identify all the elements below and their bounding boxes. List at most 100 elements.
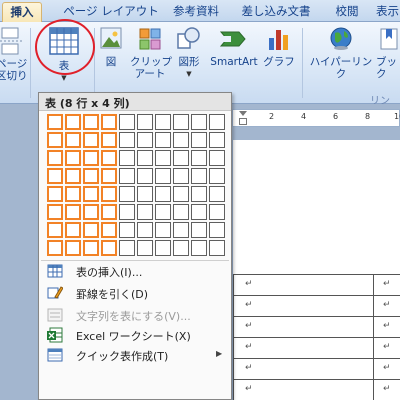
table-grid-cell[interactable] [209,168,225,184]
table-grid-cell[interactable] [209,150,225,166]
table-grid-cell[interactable] [155,150,171,166]
table-grid-cell-selected[interactable] [65,150,81,166]
table-grid-cell[interactable] [155,222,171,238]
table-grid-cell-selected[interactable] [101,114,117,130]
table-grid-cell[interactable] [155,204,171,220]
table-grid-cell[interactable] [155,114,171,130]
table-grid-cell[interactable] [119,150,135,166]
excel-worksheet-menu-item[interactable]: Excel ワークシート(X) [39,325,231,345]
table-grid-cell[interactable] [209,240,225,256]
table-grid-cell-selected[interactable] [101,240,117,256]
table-grid-cell[interactable] [119,132,135,148]
smartart-button[interactable]: SmartArt [208,26,260,68]
tab-insert[interactable]: 挿入 [2,2,42,22]
table-grid-cell[interactable] [137,114,153,130]
table-grid-cell[interactable] [155,240,171,256]
table-grid-cell-selected[interactable] [65,204,81,220]
table-grid-cell[interactable] [173,186,189,202]
table-grid-cell[interactable] [191,150,207,166]
bookmark-button[interactable]: ブック [376,26,400,80]
table-grid-cell-selected[interactable] [65,240,81,256]
table-grid-cell-selected[interactable] [83,204,99,220]
table-grid-cell-selected[interactable] [83,150,99,166]
tab-references[interactable]: 参考資料 [168,2,224,22]
table-grid-cell[interactable] [119,240,135,256]
table-grid-cell[interactable] [119,204,135,220]
table-grid-cell[interactable] [209,132,225,148]
table-grid-cell-selected[interactable] [47,150,63,166]
table-grid-cell-selected[interactable] [65,114,81,130]
document-page[interactable]: ↵ ↵ ↵ ↵ ↵ ↵ ↵ ↵ ↵ ↵ ↵ ↵ [232,140,400,400]
table-grid-cell[interactable] [173,114,189,130]
table-grid-cell-selected[interactable] [65,168,81,184]
table-grid-cell-selected[interactable] [47,168,63,184]
table-grid-cell[interactable] [209,114,225,130]
quick-table-menu-item[interactable]: クイック表作成(T) ▶ [39,345,231,365]
table-grid-cell[interactable] [155,132,171,148]
table-grid-cell[interactable] [173,168,189,184]
table-grid-cell-selected[interactable] [65,132,81,148]
table-grid-cell-selected[interactable] [47,132,63,148]
table-grid-cell[interactable] [173,204,189,220]
table-grid-cell[interactable] [209,186,225,202]
table-grid-cell-selected[interactable] [83,240,99,256]
ruler-indent-marker[interactable] [239,118,247,125]
table-grid-cell-selected[interactable] [65,186,81,202]
table-grid-cell[interactable] [137,150,153,166]
table-grid-cell-selected[interactable] [65,222,81,238]
table-grid-cell-selected[interactable] [101,204,117,220]
table-grid-cell-selected[interactable] [83,168,99,184]
table-grid-cell-selected[interactable] [101,186,117,202]
table-grid-cell[interactable] [119,186,135,202]
table-grid-cell[interactable] [119,222,135,238]
table-grid-cell-selected[interactable] [47,186,63,202]
table-grid-cell[interactable] [137,168,153,184]
table-grid-cell[interactable] [137,222,153,238]
table-grid-cell-selected[interactable] [83,132,99,148]
table-grid-cell[interactable] [173,132,189,148]
horizontal-ruler[interactable]: 2 4 6 8 10 [232,109,400,127]
table-grid-cell-selected[interactable] [47,240,63,256]
table-grid-cell[interactable] [173,150,189,166]
table-grid-cell-selected[interactable] [101,150,117,166]
tab-review[interactable]: 校閲 [330,2,364,22]
table-grid-cell[interactable] [191,168,207,184]
table-grid-cell[interactable] [137,132,153,148]
table-grid-cell-selected[interactable] [47,204,63,220]
table-grid-cell[interactable] [119,168,135,184]
table-grid-cell[interactable] [191,132,207,148]
table-grid-cell[interactable] [137,240,153,256]
insert-table-menu-item[interactable]: 表の挿入(I)... [39,261,231,281]
table-grid-cell[interactable] [173,240,189,256]
table-grid-cell-selected[interactable] [47,222,63,238]
page-break-button[interactable]: ページ 区切り [0,26,28,82]
shapes-button[interactable]: 図形 ▼ [172,26,206,80]
table-grid-cell[interactable] [191,222,207,238]
table-grid-cell[interactable] [209,222,225,238]
hyperlink-button[interactable]: ハイパーリンク [306,26,376,80]
table-grid-cell[interactable] [119,114,135,130]
graph-button[interactable]: グラフ [262,26,296,68]
table-grid-cell[interactable] [173,222,189,238]
tab-mailings[interactable]: 差し込み文書 [236,2,316,22]
table-grid-cell[interactable] [137,186,153,202]
table-grid-cell-selected[interactable] [101,168,117,184]
table-grid-cell-selected[interactable] [101,222,117,238]
draw-table-menu-item[interactable]: 罫線を引く(D) [39,283,231,303]
table-grid-cell[interactable] [155,186,171,202]
table-grid-cell[interactable] [191,204,207,220]
table-grid-cell[interactable] [191,240,207,256]
table-grid-cell-selected[interactable] [101,132,117,148]
table-grid-cell-selected[interactable] [83,186,99,202]
table-grid-cell[interactable] [209,204,225,220]
tab-view[interactable]: 表示 [376,2,400,22]
ruler-indent-marker[interactable] [239,111,247,116]
table-grid-cell[interactable] [191,114,207,130]
table-grid-cell[interactable] [155,168,171,184]
table-grid-cell[interactable] [137,204,153,220]
table-grid-cell-selected[interactable] [83,222,99,238]
table-grid-cell-selected[interactable] [83,114,99,130]
table-grid-cell[interactable] [191,186,207,202]
picture-button[interactable]: 図 [98,26,124,68]
table-grid-cell-selected[interactable] [47,114,63,130]
